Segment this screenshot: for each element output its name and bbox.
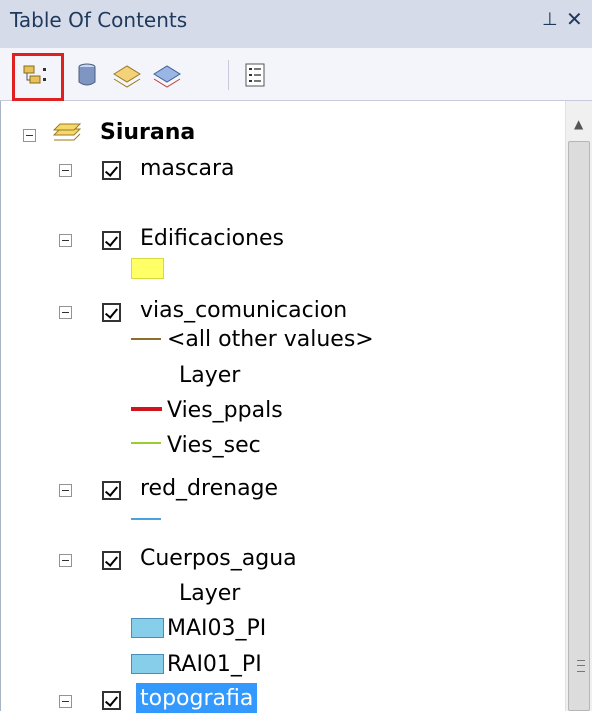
collapse-vias-comunicacion-button[interactable] — [59, 306, 72, 319]
list-by-visibility-icon — [113, 65, 141, 88]
scroll-up-arrow-icon[interactable]: ▲ — [574, 117, 583, 131]
legend-line-all-other-values — [131, 338, 161, 340]
legend-heading-layer: Layer — [179, 362, 241, 388]
layer-label-vias-comunicacion[interactable]: vias_comunicacion — [140, 295, 347, 325]
vias-comunicacion-checkbox[interactable] — [102, 303, 121, 322]
collapse-edificaciones-button[interactable] — [59, 234, 72, 247]
legend-label-mai03-pi: MAI03_PI — [167, 615, 267, 641]
title-bar: Table Of Contents ⊥ ✕ — [0, 0, 592, 48]
topografia-checkbox[interactable] — [102, 691, 121, 710]
close-icon[interactable]: ✕ — [566, 7, 583, 31]
layer-label-topografia[interactable]: topografia — [136, 683, 258, 713]
data-frame-icon — [52, 123, 82, 141]
collapse-topografia-button[interactable] — [59, 695, 72, 708]
collapse-cuerpos-agua-button[interactable] — [59, 554, 72, 567]
red-drenage-checkbox[interactable] — [102, 481, 121, 500]
legend-line-vies-ppals — [131, 407, 162, 411]
toolbar-separator — [228, 60, 229, 90]
legend-label-all-other-values: <all other values> — [167, 326, 374, 352]
layer-label-red-drenage[interactable]: red_drenage — [140, 473, 278, 503]
list-by-drawing-order-icon — [23, 65, 46, 84]
mascara-checkbox[interactable] — [102, 161, 121, 180]
list-by-source-button[interactable] — [70, 58, 104, 92]
list-by-source-icon — [78, 63, 96, 86]
toc-toolbar — [0, 48, 592, 101]
pin-icon[interactable]: ⊥ — [542, 9, 558, 30]
list-by-selection-button[interactable] — [150, 58, 184, 92]
legend-label-rai01-pi: RAI01_PI — [167, 651, 262, 677]
edificaciones-checkbox[interactable] — [102, 231, 121, 250]
list-by-drawing-order-button[interactable] — [12, 53, 64, 101]
legend-label-vies-sec: Vies_sec — [167, 432, 261, 458]
legend-swatch-mai03-pi — [131, 618, 164, 638]
scrollbar-thumb[interactable] — [568, 141, 590, 711]
layer-label-cuerpos-agua[interactable]: Cuerpos_agua — [140, 543, 297, 573]
vertical-scrollbar[interactable]: ▲ — [565, 101, 592, 711]
legend-heading-layer-2: Layer — [179, 580, 241, 606]
list-by-selection-icon — [153, 65, 181, 88]
data-frame-label[interactable]: Siurana — [100, 117, 195, 147]
options-button[interactable] — [238, 58, 272, 92]
red-drenage-line-swatch — [131, 518, 161, 520]
layer-label-mascara[interactable]: mascara — [140, 153, 234, 183]
scrollbar-grip-icon — [577, 660, 585, 672]
window-title: Table Of Contents — [10, 8, 188, 32]
legend-label-vies-ppals: Vies_ppals — [167, 397, 283, 423]
legend-line-vies-sec — [131, 442, 161, 444]
collapse-siurana-button[interactable] — [23, 129, 36, 142]
cuerpos-agua-checkbox[interactable] — [102, 551, 121, 570]
collapse-mascara-button[interactable] — [59, 164, 72, 177]
options-icon — [245, 63, 265, 87]
list-by-visibility-button[interactable] — [110, 58, 144, 92]
layer-label-edificaciones[interactable]: Edificaciones — [140, 223, 284, 253]
legend-swatch-rai01-pi — [131, 654, 164, 674]
edificaciones-swatch — [131, 258, 164, 279]
collapse-red-drenage-button[interactable] — [59, 484, 72, 497]
layer-tree: Siurana mascara Edificaciones vias_comun… — [0, 101, 566, 713]
